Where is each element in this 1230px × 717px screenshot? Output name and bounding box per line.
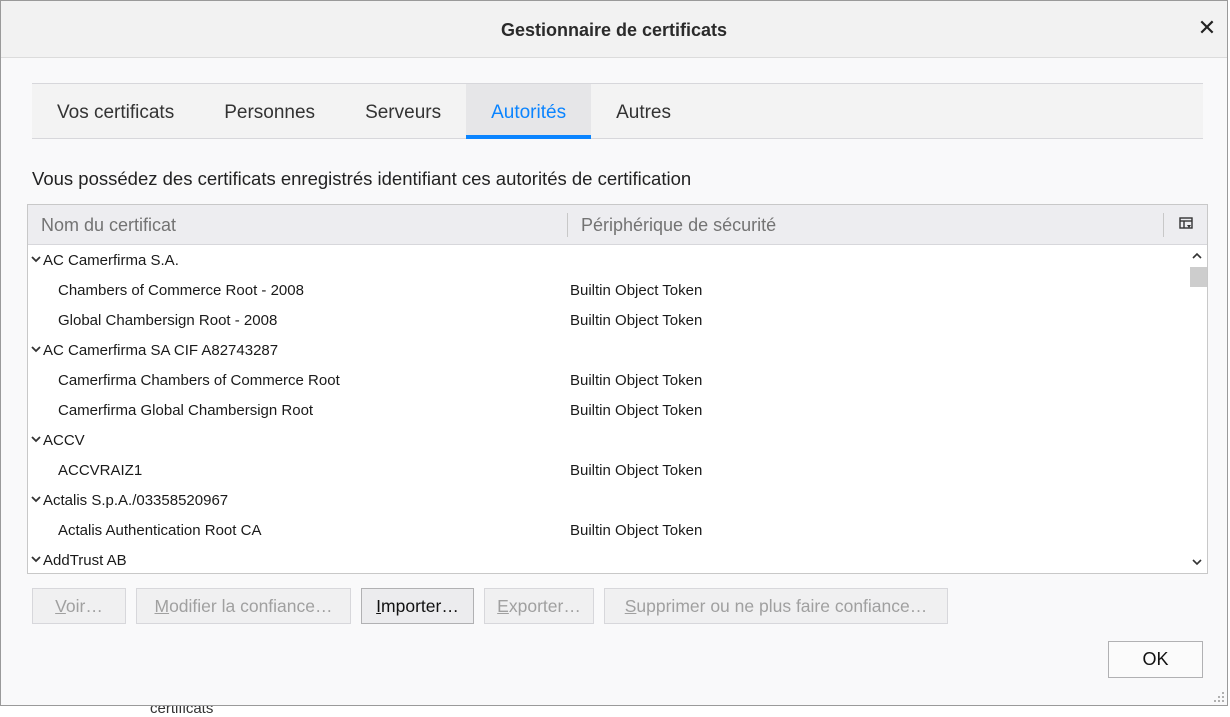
tree-row[interactable]: Camerfirma Chambers of Commerce Root Buil… [28,365,1187,395]
tree-row[interactable]: Chambers of Commerce Root - 2008 Builtin … [28,275,1187,305]
close-icon[interactable]: ✕ [1195,16,1219,40]
tab-people[interactable]: Personnes [199,84,340,139]
certificate-name: ACCVRAIZ1 [58,462,143,479]
certificate-name: Camerfirma Global Chambersign Root [58,402,314,419]
tab-others[interactable]: Autres [591,84,696,139]
tab-servers[interactable]: Serveurs [340,84,466,139]
security-device: Builtin Object Token [570,402,703,419]
certificate-name: Chambers of Commerce Root - 2008 [58,282,304,299]
security-device: Builtin Object Token [570,312,703,329]
tab-authorities[interactable]: Autorités [466,84,592,139]
resize-grip-icon[interactable] [1213,691,1225,703]
expand-chevron-icon[interactable] [30,494,42,504]
tree-group-row[interactable]: AC Camerfirma S.A. [28,245,1187,275]
column-header-device[interactable]: Périphérique de sécurité [581,205,776,244]
tab-description: Vous possédez des certificats enregistré… [32,168,692,189]
title-bar: Gestionnaire de certificats ✕ [1,1,1227,58]
delete-distrust-button[interactable]: Supprimer ou ne plus faire confiance… [604,588,948,624]
certificate-name: Global Chambersign Root - 2008 [58,312,278,329]
certificate-manager-dialog: Gestionnaire de certificats ✕ Vos certif… [0,0,1228,706]
certificate-name: AddTrust AB [43,552,127,569]
column-separator[interactable] [567,213,568,237]
tab-your-certificates[interactable]: Vos certificats [32,84,199,139]
security-device: Builtin Object Token [570,462,703,479]
expand-chevron-icon[interactable] [30,344,42,354]
certificate-name: ACCV [43,432,85,449]
expand-chevron-icon[interactable] [30,254,42,264]
certificate-name: Camerfirma Chambers of Commerce Root [58,372,340,389]
tree-group-row[interactable]: ACCV [28,425,1187,455]
column-picker-icon[interactable] [1179,217,1193,231]
tree-header: Nom du certificat Périphérique de sécuri… [28,205,1207,245]
expand-chevron-icon[interactable] [30,554,42,564]
certificate-name: AC Camerfirma S.A. [43,252,179,269]
tree-row[interactable]: Actalis Authentication Root CA Builtin Ob… [28,515,1187,545]
tree-group-row[interactable]: Actalis S.p.A./03358520967 [28,485,1187,515]
export-button[interactable]: Exporter… [484,588,594,624]
tree-group-row[interactable]: AC Camerfirma SA CIF A82743287 [28,335,1187,365]
scroll-down-icon[interactable] [1191,557,1203,567]
tree-group-row[interactable]: AddTrust AB [28,545,1187,573]
column-header-name[interactable]: Nom du certificat [41,205,176,244]
dialog-title: Gestionnaire de certificats [500,20,728,40]
certificate-name: AC Camerfirma SA CIF A82743287 [43,342,279,359]
security-device: Builtin Object Token [570,282,703,299]
certificate-tree: Nom du certificat Périphérique de sécuri… [27,204,1208,574]
tab-bar: Vos certificats Personnes Serveurs Autor… [32,83,1203,139]
import-button[interactable]: Importer… [361,588,474,624]
tree-row[interactable]: Global Chambersign Root - 2008 Builtin Ob… [28,305,1187,335]
tree-body: AC Camerfirma S.A. Chambers of Commerce R… [28,245,1187,573]
expand-chevron-icon[interactable] [30,434,42,444]
ok-button[interactable]: OK [1108,641,1203,678]
tree-row[interactable]: ACCVRAIZ1 Builtin Object Token [28,455,1187,485]
vertical-scrollbar[interactable] [1187,245,1207,573]
edit-trust-button[interactable]: Modifier la confiance… [136,588,351,624]
scroll-up-icon[interactable] [1191,251,1203,261]
certificate-name: Actalis S.p.A./03358520967 [43,492,229,509]
scrollbar-thumb[interactable] [1190,267,1207,287]
security-device: Builtin Object Token [570,372,703,389]
view-button[interactable]: Voir… [32,588,126,624]
security-device: Builtin Object Token [570,522,703,539]
certificate-name: Actalis Authentication Root CA [58,522,262,539]
column-separator[interactable] [1163,213,1164,237]
tree-row[interactable]: Camerfirma Global Chambersign Root Builti… [28,395,1187,425]
